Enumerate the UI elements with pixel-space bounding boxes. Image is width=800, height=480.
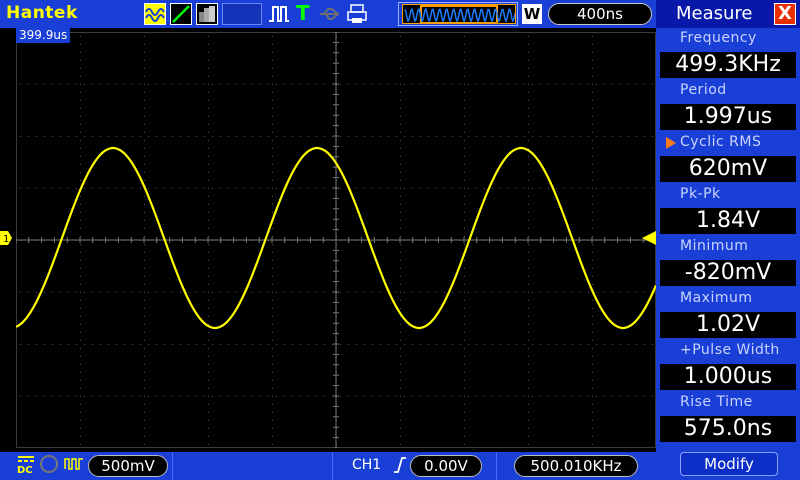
measure-label-maximum: Maximum — [680, 290, 753, 306]
close-button[interactable]: X — [774, 3, 796, 25]
trigger-level-readout[interactable]: 0.00V — [410, 455, 482, 477]
measure-value-frequency[interactable]: 499.3KHz — [660, 52, 796, 78]
top-status-bar: Hantek T W 400ns — [0, 0, 656, 28]
measure-panel-title: Measure — [676, 3, 753, 24]
channel-1-trace — [16, 146, 656, 330]
dc-coupling-icon[interactable]: DC — [16, 454, 36, 476]
memory-position-window[interactable] — [402, 4, 516, 24]
modify-button[interactable]: Modify — [680, 452, 778, 476]
bandwidth-limit-icon[interactable] — [40, 455, 58, 473]
svg-text:DC: DC — [17, 465, 33, 474]
measure-value-cyclic-rms[interactable]: 620mV — [660, 156, 796, 182]
probe-icon[interactable] — [64, 455, 84, 471]
ramp-icon[interactable] — [170, 3, 192, 25]
measure-label-period: Period — [680, 82, 727, 98]
window-mode-badge[interactable]: W — [522, 4, 542, 24]
pulse-icon[interactable] — [268, 3, 290, 25]
measure-label-frequency: Frequency — [680, 30, 757, 46]
printer-icon[interactable] — [346, 3, 368, 25]
trigger-level-marker[interactable] — [642, 230, 656, 245]
measure-label-pulse-width: +Pulse Width — [680, 342, 780, 358]
divider — [332, 452, 333, 480]
measure-label-pk-pk: Pk-Pk — [680, 186, 721, 202]
time-cursor-readout[interactable]: 399.9us — [16, 28, 71, 43]
waveform-display — [16, 32, 656, 448]
measure-label-minimum: Minimum — [680, 238, 749, 254]
measure-value-pulse-width[interactable]: 1.000us — [660, 364, 796, 390]
trigger-source[interactable]: CH1 — [352, 457, 381, 473]
measure-value-minimum[interactable]: -820mV — [660, 260, 796, 286]
vertical-scale-readout[interactable]: 500mV — [88, 455, 168, 477]
trigger-icon: T — [296, 1, 310, 25]
measure-value-period[interactable]: 1.997us — [660, 104, 796, 130]
measure-label-rise-time: Rise Time — [680, 394, 753, 410]
measure-value-pk-pk[interactable]: 1.84V — [660, 208, 796, 234]
divider — [496, 452, 497, 480]
brand-logo: Hantek — [6, 3, 78, 23]
wave-icon[interactable] — [144, 3, 166, 25]
rising-edge-icon[interactable] — [393, 455, 407, 475]
measure-panel-header: Measure X — [656, 0, 800, 28]
selection-arrow-icon — [666, 137, 676, 149]
persist-icon[interactable] — [196, 3, 218, 25]
usb-icon — [318, 3, 342, 25]
timebase-readout[interactable]: 400ns — [548, 3, 652, 25]
measure-value-maximum[interactable]: 1.02V — [660, 312, 796, 338]
trigger-frequency-readout: 500.010KHz — [514, 455, 638, 477]
status-box — [222, 3, 262, 25]
divider — [172, 452, 173, 480]
measure-label-cyclic-rms: Cyclic RMS — [680, 134, 762, 150]
measure-value-rise-time[interactable]: 575.0ns — [660, 416, 796, 442]
svg-text:1: 1 — [3, 234, 9, 245]
channel-1-marker[interactable]: 1 — [0, 230, 12, 245]
measure-panel: Measure X Frequency 499.3KHz Period 1.99… — [656, 0, 800, 480]
